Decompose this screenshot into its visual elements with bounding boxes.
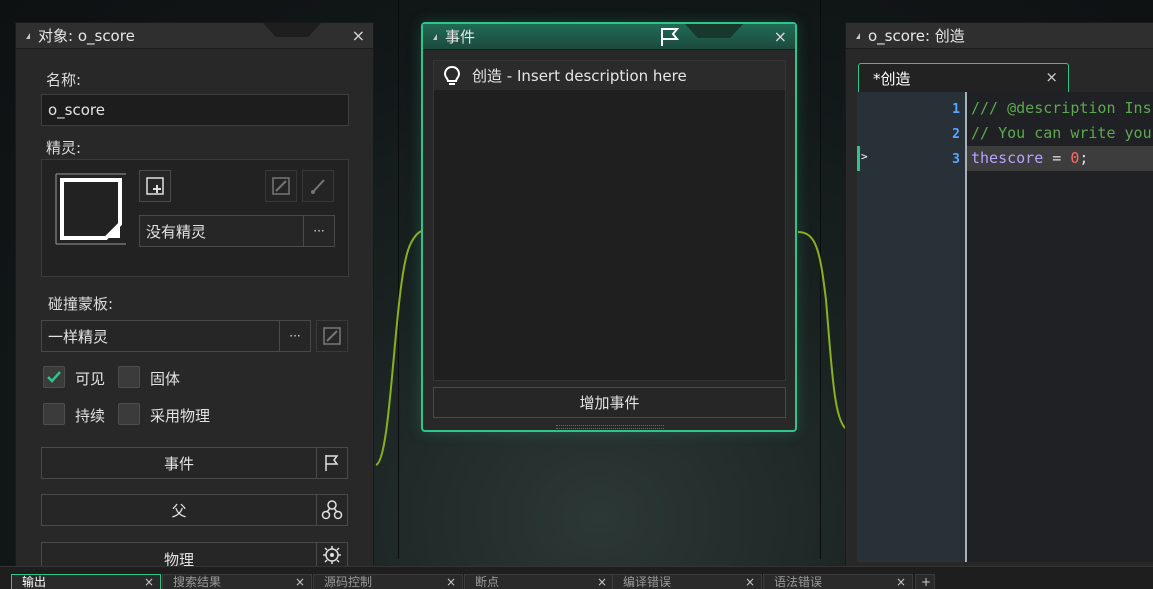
caret-marker: > — [861, 150, 868, 163]
name-label: 名称: — [46, 71, 82, 89]
collision-mask-select[interactable]: 一样精灵 — [41, 320, 280, 352]
solid-label: 固体 — [150, 370, 181, 388]
brush-icon — [311, 179, 325, 194]
tab-label: 搜索结果 — [173, 575, 222, 589]
code-tab-create[interactable]: *创造 × — [858, 63, 1069, 92]
lightbulb-icon — [443, 65, 461, 85]
hierarchy-icon — [321, 500, 343, 520]
event-item-label: 创造 - Insert description here — [472, 67, 687, 85]
collapse-icon[interactable] — [856, 32, 860, 39]
tab-output[interactable]: 输出 × — [11, 574, 161, 589]
physics-button[interactable]: 物理 — [41, 542, 317, 567]
line-number: 2 — [952, 127, 960, 142]
line-number: 3 — [952, 152, 960, 167]
tab-compile-errors[interactable]: 编译错误 × — [612, 574, 762, 589]
events-button[interactable]: 事件 — [41, 447, 317, 479]
collision-mask-browse-button[interactable]: ··· — [279, 320, 311, 352]
close-icon[interactable]: × — [597, 575, 607, 589]
parent-button[interactable]: 父 — [41, 494, 317, 526]
code-window-title: o_score: 创造 — [868, 27, 965, 45]
persistent-label: 持续 — [75, 407, 106, 425]
code-operator: = — [1043, 149, 1071, 167]
close-icon[interactable]: × — [774, 27, 787, 46]
close-icon[interactable]: × — [745, 575, 755, 589]
sprite-select[interactable]: 没有精灵 — [139, 215, 304, 247]
code-line-assignment: thescore = 0; — [971, 149, 1088, 167]
edit-image-icon — [323, 327, 341, 345]
edit-sprite-button[interactable] — [265, 170, 297, 202]
event-item-create[interactable]: 创造 - Insert description here — [434, 61, 785, 90]
tab-breakpoints[interactable]: 断点 × — [464, 574, 614, 589]
code-line-comment: // You can write you — [971, 124, 1152, 142]
tab-label: 源码控制 — [324, 575, 373, 589]
close-icon[interactable]: × — [896, 575, 906, 589]
edit-image-icon — [272, 177, 290, 195]
physics-checkbox[interactable] — [118, 403, 140, 425]
parent-hierarchy-button[interactable] — [316, 494, 348, 526]
events-flag-button[interactable] — [316, 447, 348, 479]
sprite-placeholder-icon — [55, 173, 126, 245]
code-semicolon: ; — [1079, 149, 1089, 167]
code-variable: thescore — [971, 149, 1044, 167]
sprite-browse-button[interactable]: ··· — [303, 215, 335, 247]
collapse-icon[interactable] — [26, 32, 30, 39]
physics-label: 采用物理 — [150, 407, 211, 425]
tab-source-control[interactable]: 源码控制 × — [313, 574, 463, 589]
resize-grip[interactable] — [556, 425, 664, 429]
close-icon[interactable]: × — [352, 26, 365, 45]
tab-label: 断点 — [475, 575, 500, 589]
code-window-titlebar[interactable]: o_score: 创造 — [846, 23, 1153, 49]
close-icon[interactable]: × — [446, 575, 456, 589]
current-line-marker — [857, 146, 860, 171]
add-tab-button[interactable]: + — [915, 574, 935, 589]
object-window-title: 对象: o_score — [38, 27, 135, 45]
close-icon[interactable]: × — [144, 575, 154, 589]
events-flag-icon — [661, 28, 680, 46]
add-sprite-icon — [146, 177, 164, 195]
tab-search-results[interactable]: 搜索结果 × — [162, 574, 312, 589]
add-event-button[interactable]: 增加事件 — [433, 387, 786, 418]
collapse-icon[interactable] — [433, 33, 437, 40]
tab-label: 语法错误 — [774, 575, 823, 589]
solid-checkbox[interactable] — [118, 366, 140, 388]
name-input[interactable]: o_score — [41, 94, 349, 126]
sprite-preview[interactable] — [52, 170, 130, 248]
visible-label: 可见 — [75, 370, 106, 388]
close-icon[interactable]: × — [295, 575, 305, 589]
flag-icon — [325, 455, 339, 471]
tab-syntax-errors[interactable]: 语法错误 × — [763, 574, 913, 589]
physics-gear-icon — [323, 545, 341, 564]
object-window-titlebar[interactable]: 对象: o_score × — [16, 23, 373, 49]
persistent-checkbox[interactable] — [43, 403, 65, 425]
new-sprite-button[interactable] — [139, 170, 171, 202]
checkmark-icon — [47, 371, 61, 383]
collision-mask-edit-button[interactable] — [316, 320, 348, 352]
code-tab-label: *创造 — [873, 70, 911, 88]
brush-button[interactable] — [302, 170, 334, 202]
physics-settings-button[interactable] — [316, 542, 348, 567]
events-window-title: 事件 — [445, 28, 476, 46]
event-list — [433, 60, 786, 381]
close-icon[interactable]: × — [1045, 68, 1058, 86]
tab-label: 输出 — [22, 575, 47, 589]
collision-mask-label: 碰撞蒙板: — [48, 295, 114, 313]
tab-label: 编译错误 — [623, 575, 672, 589]
line-number: 1 — [952, 102, 960, 117]
code-line-comment: /// @description Ins — [971, 99, 1152, 117]
sprite-label: 精灵: — [46, 139, 82, 157]
visible-checkbox[interactable] — [43, 366, 65, 388]
